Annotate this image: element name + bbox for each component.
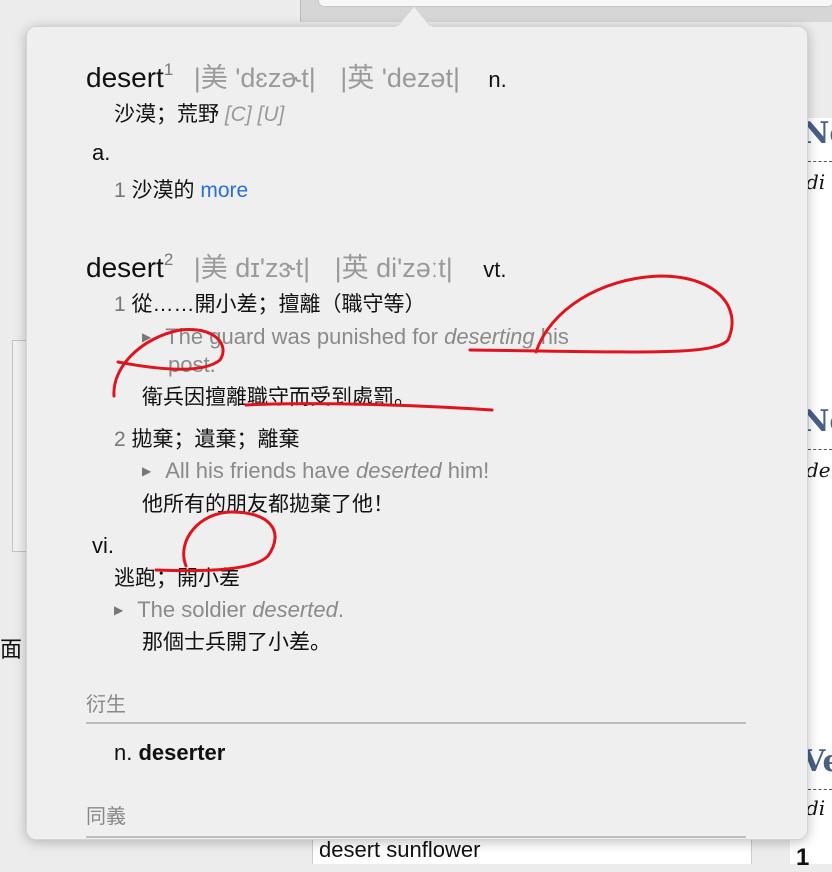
part-of-speech: vt. <box>483 257 507 282</box>
example-emphasis: deserted <box>356 458 442 483</box>
popover-arrow <box>396 5 432 28</box>
more-link[interactable]: more <box>200 179 248 202</box>
definition-text: 逃跑；開小差 <box>114 567 240 590</box>
example-emphasis: deserting <box>444 324 535 349</box>
section-title-derivatives: 衍生 <box>86 694 126 716</box>
divider <box>808 449 832 450</box>
definition-text: 沙漠的 <box>131 179 195 202</box>
definition: 2 拋棄；遺棄；離棄 <box>114 423 300 453</box>
example-text: . <box>337 597 344 622</box>
grammar-label: [C] [U] <box>224 103 285 126</box>
divider <box>808 161 832 162</box>
entry1-header: desert1 |美 'dɛzɚt| |英 'dezət| n. <box>86 56 507 95</box>
pronunciation-us[interactable]: |美 'dɛzɚt| <box>194 63 316 93</box>
background-subtext: di <box>806 796 826 820</box>
example-text: him! <box>441 458 490 483</box>
example-emphasis: deserted <box>252 597 338 622</box>
definition: 1 沙漠的 more <box>114 174 248 204</box>
section-divider <box>86 722 746 724</box>
example-text: The guard was punished for <box>165 324 445 349</box>
sense-number: 2 <box>114 428 126 451</box>
definition-text: 沙漠；荒野 <box>114 103 219 126</box>
definition-text: 拋棄；遺棄；離棄 <box>131 428 300 451</box>
background-subtext: di <box>806 170 826 194</box>
example-translation: 衛兵因擅離職守而受到處罰。 <box>142 386 415 409</box>
homograph-number: 2 <box>163 250 174 269</box>
bullet-triangle-icon: ▶ <box>114 603 124 617</box>
example-text: his <box>534 324 569 349</box>
example-translation: 那個士兵開了小差。 <box>142 631 331 654</box>
suggestion-desert-sunflower[interactable]: desert sunflower <box>312 836 752 864</box>
divider <box>808 789 832 790</box>
headword: desert <box>86 252 164 283</box>
section-divider <box>86 836 746 838</box>
derivative-item[interactable]: n. deserter <box>114 740 225 766</box>
sense-number: 1 <box>114 179 126 202</box>
homograph-number: 1 <box>163 60 174 79</box>
background-text-fragment: 面 <box>0 637 23 662</box>
pronunciation-us[interactable]: |美 dɪ'zɝt| <box>194 253 310 283</box>
sense-number: 1 <box>114 293 126 316</box>
background-subtext: de <box>806 458 831 482</box>
example-text: The soldier <box>137 597 253 622</box>
background-number: 1 <box>796 844 810 871</box>
part-of-speech: a. <box>92 140 111 165</box>
part-of-speech: vi. <box>92 533 114 558</box>
bullet-triangle-icon: ▶ <box>142 464 152 478</box>
example-sentence: ▶ The guard was punished for deserting hi… <box>142 324 569 350</box>
section-title-synonyms: 同義 <box>86 806 126 828</box>
definition: 1 從……開小差；擅離（職守等） <box>114 288 426 318</box>
headword: desert <box>86 62 164 93</box>
example-sentence: ▶ The soldier deserted. <box>114 597 344 623</box>
pronunciation-uk[interactable]: |英 di'zəːt| <box>335 253 453 283</box>
derivative-word: deserter <box>138 740 226 765</box>
bullet-triangle-icon: ▶ <box>142 330 152 344</box>
pronunciation-uk[interactable]: |英 'dezət| <box>340 63 460 93</box>
example-text: post. <box>168 352 216 377</box>
part-of-speech: n. <box>488 67 507 92</box>
example-sentence: ▶ All his friends have deserted him! <box>142 458 489 484</box>
definition-text: 從……開小差；擅離（職守等） <box>131 293 426 316</box>
definition: 沙漠；荒野 [C] [U] <box>114 98 284 128</box>
part-of-speech: n. <box>114 740 133 765</box>
entry2-header: desert2 |美 dɪ'zɝt| |英 di'zəːt| vt. <box>86 246 506 285</box>
example-text: All his friends have <box>165 458 356 483</box>
example-translation: 他所有的朋友都拋棄了他！ <box>142 493 394 516</box>
